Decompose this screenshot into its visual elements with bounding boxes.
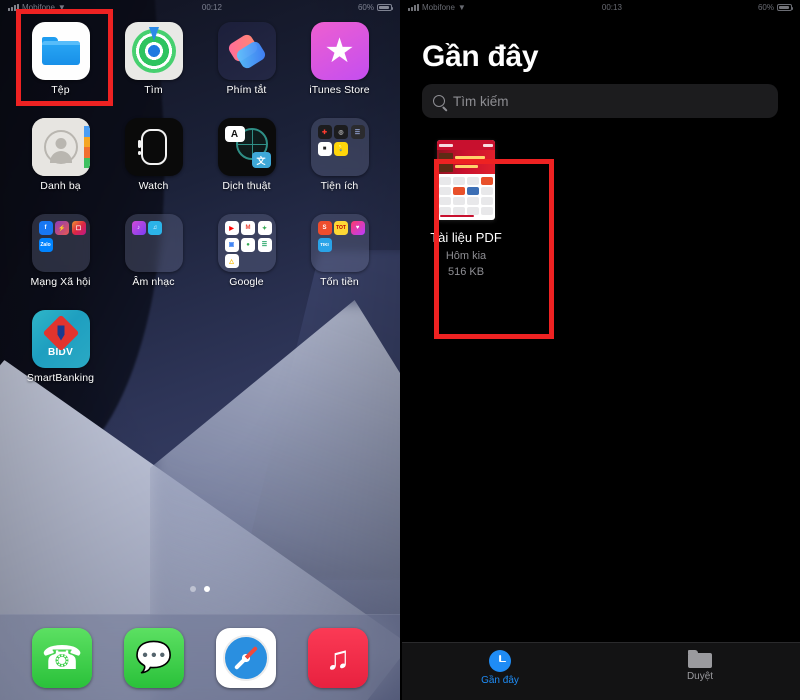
carrier-label: Mobifone (22, 2, 55, 12)
app-tep[interactable]: Tệp (14, 16, 107, 106)
google-folder-icon[interactable]: ▶ M ✦ ▣ ● ☰ △ (217, 214, 276, 272)
app-watch[interactable]: Watch (107, 112, 200, 202)
shopping-folder-icon[interactable]: S TOT ♥ TIKI (310, 214, 369, 272)
app-tien-ich[interactable]: ✚ ◎ ☰ ■ 💡 Tiện ích (293, 112, 386, 202)
utilities-folder-icon[interactable]: ✚ ◎ ☰ ■ 💡 (310, 118, 369, 176)
home-dock: ☎ 💬 ♫ (0, 614, 400, 700)
battery-icon (776, 3, 794, 11)
status-time: 00:13 (601, 2, 622, 12)
status-time: 00:12 (201, 2, 222, 12)
ios-home-screen: Mobifone ▼ 00:12 60% Tệp Tìm Phím tắt ★ … (0, 0, 400, 700)
tab-recent[interactable]: Gần đây (400, 650, 600, 686)
app-label: Watch (138, 180, 169, 192)
messages-icon[interactable]: 💬 (124, 627, 184, 688)
bidv-smartbanking-icon[interactable]: BIDV (31, 310, 90, 368)
folder-label: Âm nhạc (132, 276, 175, 288)
carrier-label: Mobifone (422, 2, 455, 12)
find-my-icon[interactable] (124, 22, 183, 80)
file-size: 516 KB (447, 266, 485, 278)
page-dot-2-active[interactable] (204, 586, 210, 592)
app-label: Tiện ích (320, 180, 359, 192)
safari-icon[interactable] (216, 627, 276, 688)
home-icon-grid: Tệp Tìm Phím tắt ★ iTunes Store Danh bạ … (0, 16, 400, 394)
signal-icon (8, 3, 19, 11)
battery-icon (376, 3, 394, 11)
files-app-screen: Mobifone ▼ 00:13 60% Gần đây Tìm kiếm Tà… (400, 0, 800, 700)
wifi-icon: ▼ (57, 2, 66, 12)
translate-target-char: 文 (251, 152, 271, 168)
page-indicator-dots[interactable] (0, 586, 400, 592)
folder-label: Tốn tiền (320, 276, 359, 288)
folder-mang-xa-hoi[interactable]: f ⚡ ☐ Zalo Mạng Xã hội (14, 208, 107, 298)
page-dot-1[interactable] (190, 586, 196, 592)
file-name: Tài liệu PDF (430, 230, 502, 245)
battery-percent-label: 60% (357, 2, 374, 12)
folder-ton-tien[interactable]: S TOT ♥ TIKI Tốn tiền (293, 208, 386, 298)
files-status-bar: Mobifone ▼ 00:13 60% (400, 0, 800, 14)
folder-am-nhac[interactable]: ♪ ♫ Âm nhạc (107, 208, 200, 298)
panel-divider (400, 0, 402, 700)
tab-label: Duyệt (686, 671, 714, 682)
app-label: Dịch thuật (222, 180, 271, 192)
recent-files-grid: Tài liệu PDF Hôm kia 516 KB (400, 118, 800, 278)
app-phim-tat[interactable]: Phím tắt (200, 16, 293, 106)
app-tim[interactable]: Tìm (107, 16, 200, 106)
app-danh-ba[interactable]: Danh bạ (14, 112, 107, 202)
music-icon[interactable]: ♫ (308, 627, 368, 688)
shortcuts-icon[interactable] (217, 22, 276, 80)
itunes-store-icon[interactable]: ★ (310, 22, 369, 80)
search-input[interactable]: Tìm kiếm (422, 84, 778, 118)
app-label: Tìm (144, 84, 163, 96)
clock-icon (489, 650, 511, 672)
search-placeholder: Tìm kiếm (453, 93, 509, 109)
social-folder-icon[interactable]: f ⚡ ☐ Zalo (31, 214, 90, 272)
music-folder-icon[interactable]: ♪ ♫ (124, 214, 183, 272)
pdf-thumbnail (437, 140, 495, 220)
folder-label: Google (229, 276, 264, 288)
app-label: Danh bạ (40, 180, 81, 192)
file-item-pdf[interactable]: Tài liệu PDF Hôm kia 516 KB (422, 140, 510, 278)
app-dich-thuat[interactable]: A 文 Dịch thuật (200, 112, 293, 202)
signal-icon (408, 3, 419, 11)
screenshot-stage: Mobifone ▼ 00:12 60% Tệp Tìm Phím tắt ★ … (0, 0, 800, 700)
translate-source-char: A (224, 126, 245, 142)
battery-percent-label: 60% (757, 2, 774, 12)
translate-icon[interactable]: A 文 (217, 118, 276, 176)
contacts-icon[interactable] (31, 118, 90, 176)
search-icon (433, 95, 445, 107)
folder-icon (688, 650, 712, 668)
home-status-bar: Mobifone ▼ 00:12 60% (0, 0, 400, 14)
files-folder-icon[interactable] (31, 22, 90, 80)
folder-google[interactable]: ▶ M ✦ ▣ ● ☰ △ Google (200, 208, 293, 298)
files-tab-bar: Gần đây Duyệt (400, 642, 800, 700)
wifi-icon: ▼ (457, 2, 466, 12)
app-label: Phím tắt (226, 84, 267, 96)
folder-label: Mạng Xã hội (30, 276, 91, 288)
tab-browse[interactable]: Duyệt (600, 650, 800, 682)
app-itunes-store[interactable]: ★ iTunes Store (293, 16, 386, 106)
phone-icon[interactable]: ☎ (32, 627, 92, 688)
watch-icon[interactable] (124, 118, 183, 176)
app-label: iTunes Store (309, 84, 370, 96)
app-smartbanking[interactable]: BIDV SmartBanking (14, 304, 107, 394)
app-label: SmartBanking (26, 372, 95, 384)
page-title: Gần đây (422, 40, 539, 73)
app-label: Tệp (51, 84, 70, 96)
tab-label: Gần đây (481, 675, 519, 686)
file-date: Hôm kia (445, 250, 487, 262)
